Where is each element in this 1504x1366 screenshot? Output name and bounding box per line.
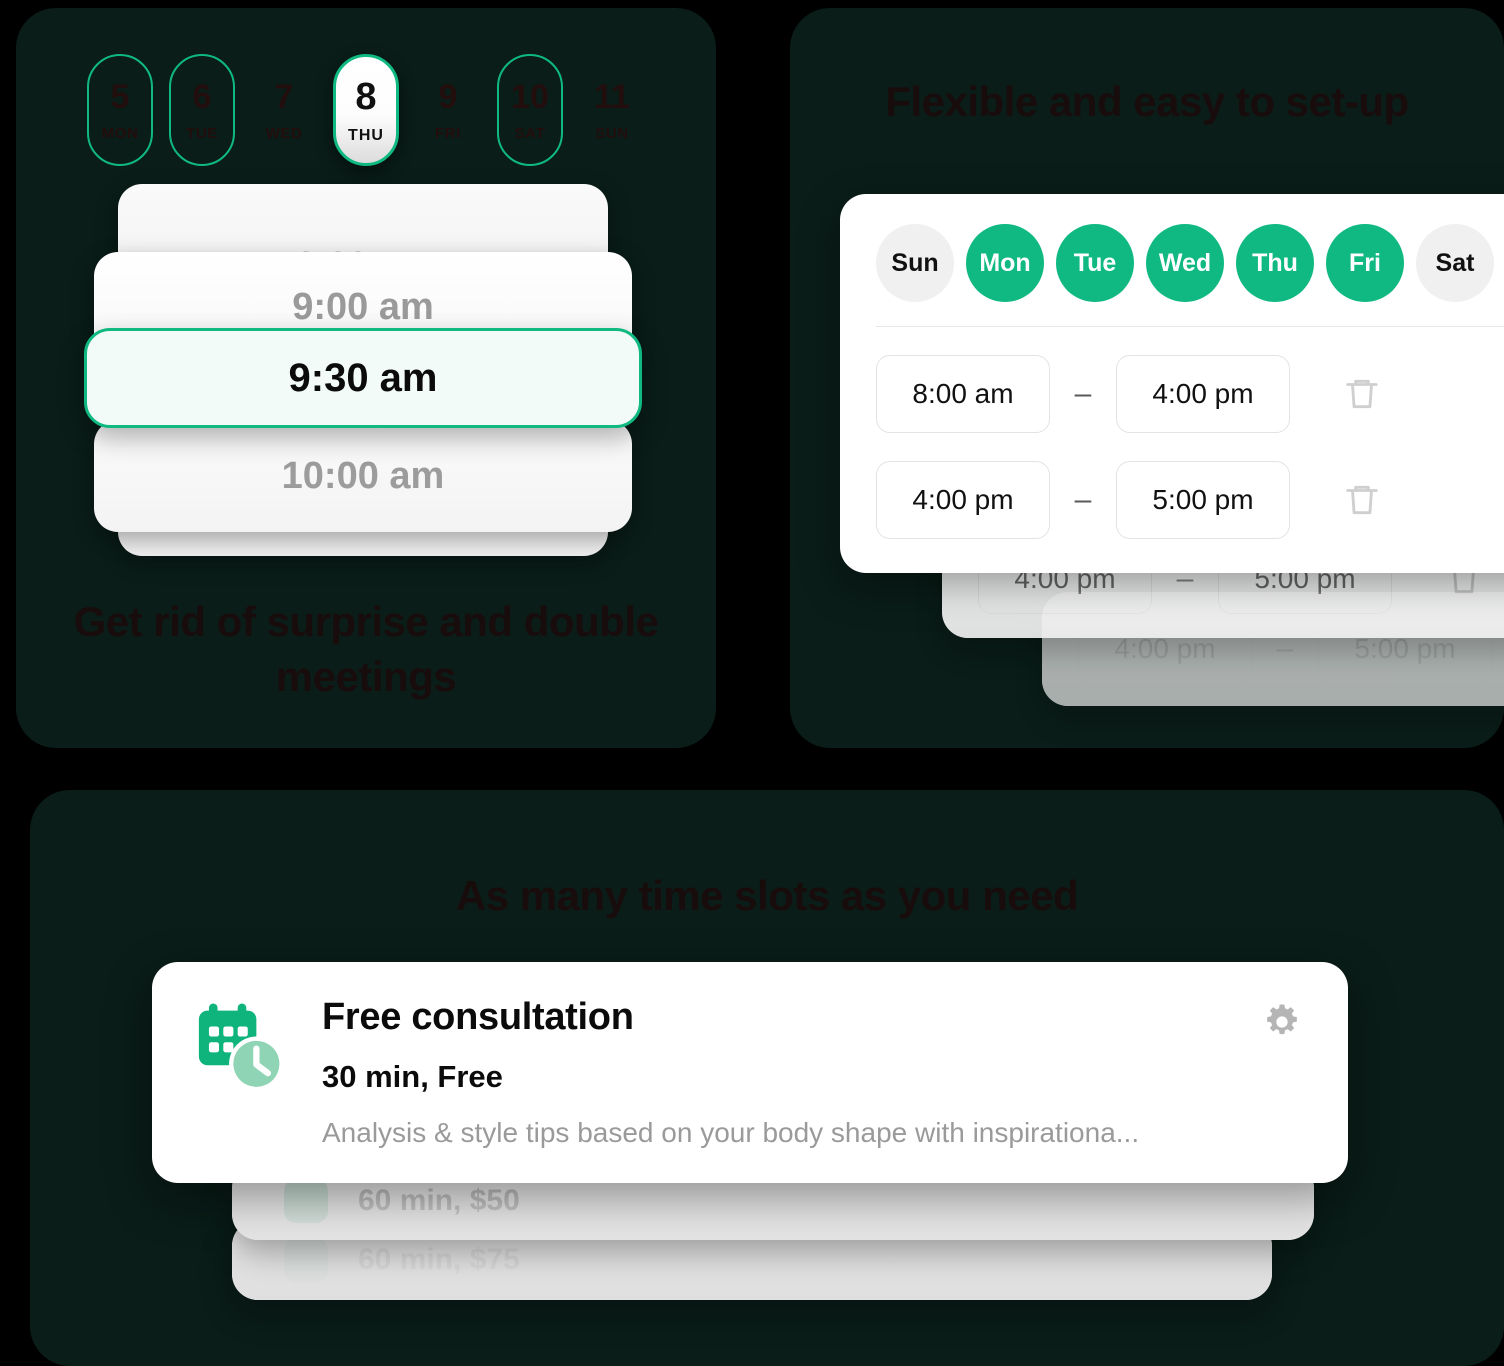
calendar-clock-icon (284, 1238, 328, 1282)
panel-scheduling: 5 MON 6 TUE 7 WED 8 THU 9 FRI 10 SAT 11 … (16, 8, 716, 748)
trash-icon (1346, 485, 1378, 515)
date-chip-number: 9 (438, 78, 458, 116)
weekday-pill-wed[interactable]: Wed (1146, 224, 1224, 302)
event-description: Analysis & style tips based on your body… (322, 1117, 1140, 1148)
panel-time-slots-heading: As many time slots as you need (455, 872, 1079, 919)
date-chip-8-selected[interactable]: 8 THU (333, 54, 399, 166)
date-chip-11[interactable]: 11 SUN (579, 54, 645, 166)
event-settings-button[interactable] (1256, 996, 1308, 1048)
calendar-clock-icon (284, 1179, 328, 1223)
trash-icon (1346, 379, 1378, 409)
date-chip-number: 5 (110, 78, 130, 116)
event-meta: 60 min, $75 (358, 1243, 520, 1276)
panel-time-slots: As many time slots as you need 60 min, $… (30, 790, 1504, 1366)
time-slot-picker: 10:30 am 8:30 am 10:00 am 9:00 am 9:30 a… (16, 184, 716, 564)
time-range-row-2: 4:00 pm – 5:00 pm (876, 433, 1504, 539)
panel-availability-heading: Flexible and easy to set-up (885, 78, 1409, 125)
date-chip-number: 6 (192, 78, 212, 116)
date-chip-7[interactable]: 7 WED (251, 54, 317, 166)
event-card[interactable]: Free consultation 30 min, Free Analysis … (152, 962, 1348, 1183)
time-range-row-1: 8:00 am – 4:00 pm (876, 327, 1504, 433)
weekday-pill-thu[interactable]: Thu (1236, 224, 1314, 302)
app-root: 5 MON 6 TUE 7 WED 8 THU 9 FRI 10 SAT 11 … (0, 0, 1504, 1366)
gear-icon (1267, 1004, 1297, 1035)
date-chip-9[interactable]: 9 FRI (415, 54, 481, 166)
weekday-pill-sun[interactable]: Sun (876, 224, 954, 302)
date-chip-weekday: MON (101, 125, 139, 142)
event-meta: 30 min, Free (322, 1059, 503, 1094)
time-range-start[interactable]: 4:00 pm (876, 461, 1050, 539)
weekday-pill-sat[interactable]: Sat (1416, 224, 1494, 302)
date-chip-number: 10 (511, 78, 549, 116)
date-chip-10[interactable]: 10 SAT (497, 54, 563, 166)
weekday-pill-mon[interactable]: Mon (966, 224, 1044, 302)
weekday-pill-fri[interactable]: Fri (1326, 224, 1404, 302)
calendar-clock-icon (196, 1002, 288, 1094)
panel-scheduling-heading: Get rid of surprise and double meetings (73, 598, 659, 701)
date-chip-weekday: FRI (435, 125, 461, 142)
date-chip-weekday: THU (348, 126, 384, 144)
date-chip-number: 7 (274, 78, 294, 116)
panel-availability: Flexible and easy to set-up 4:00 pm – 5:… (790, 8, 1504, 748)
delete-range-button[interactable] (1338, 370, 1386, 418)
time-range-end[interactable]: 4:00 pm (1116, 355, 1290, 433)
date-chip-number: 8 (355, 75, 377, 118)
time-range-start[interactable]: 8:00 am (876, 355, 1050, 433)
date-chip-5[interactable]: 5 MON (87, 54, 153, 166)
time-slot-option-0930-selected[interactable]: 9:30 am (84, 328, 642, 428)
date-chip-weekday: WED (265, 125, 303, 142)
date-chip-6[interactable]: 6 TUE (169, 54, 235, 166)
date-chip-weekday: SAT (514, 125, 546, 142)
date-chip-weekday: SUN (595, 125, 629, 142)
range-dash: – (1074, 377, 1092, 410)
weekday-pill-tue[interactable]: Tue (1056, 224, 1134, 302)
calendar-clock-glyph (198, 1003, 284, 1092)
range-dash: – (1074, 483, 1092, 516)
event-title: Free consultation (322, 996, 634, 1038)
event-meta: 60 min, $50 (358, 1184, 520, 1217)
availability-card: Sun Mon Tue Wed Thu Fri Sat 8:00 am – 4:… (840, 194, 1504, 573)
date-chip-weekday: TUE (186, 125, 218, 142)
time-slot-option-1000[interactable]: 10:00 am (94, 420, 632, 532)
delete-range-button[interactable] (1338, 476, 1386, 524)
time-range-end[interactable]: 5:00 pm (1116, 461, 1290, 539)
weekday-selector: Sun Mon Tue Wed Thu Fri Sat (876, 224, 1504, 326)
date-strip: 5 MON 6 TUE 7 WED 8 THU 9 FRI 10 SAT 11 … (16, 50, 716, 170)
date-chip-number: 11 (594, 78, 630, 116)
